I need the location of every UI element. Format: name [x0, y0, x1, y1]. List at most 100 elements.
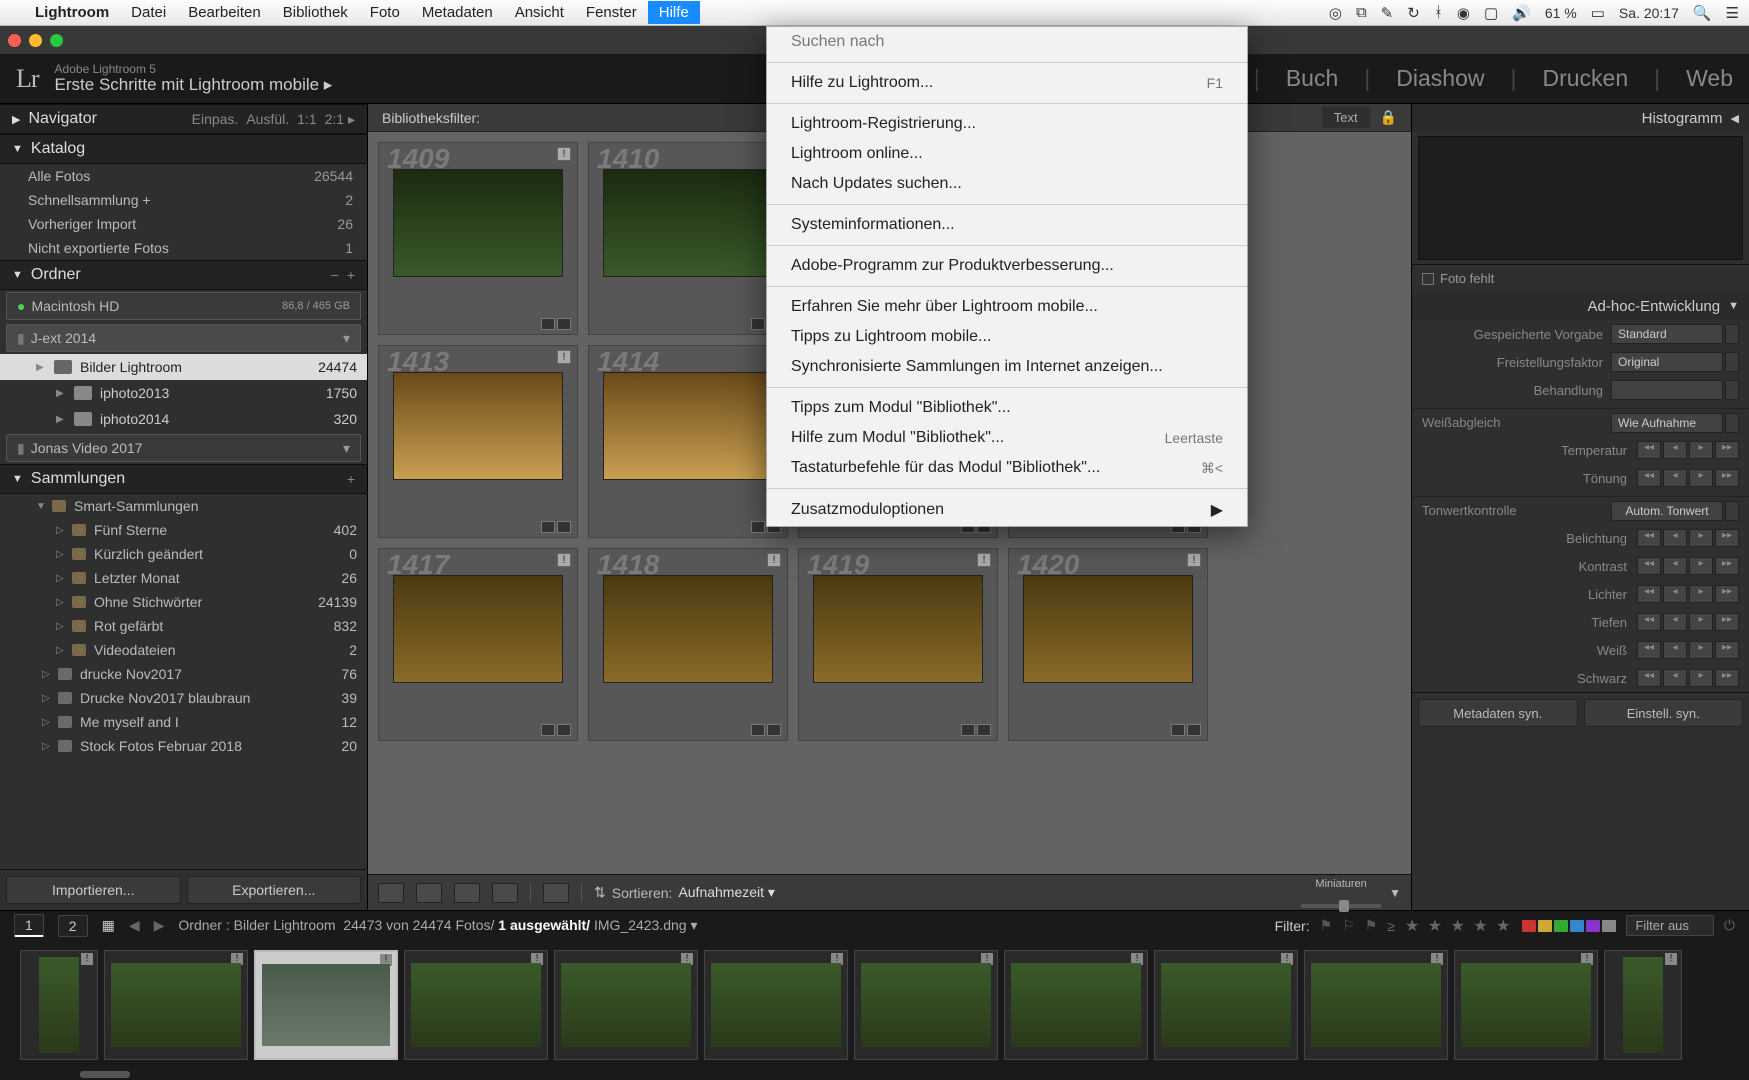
filter-switch-icon[interactable]: ⏻: [1724, 917, 1735, 934]
plus-icon[interactable]: +: [347, 267, 355, 283]
module-web[interactable]: Web: [1686, 65, 1733, 92]
grid-view-icon[interactable]: [378, 883, 404, 903]
collection-row[interactable]: ▷Me myself and I12: [0, 710, 367, 734]
stepper-button[interactable]: ◂◂: [1637, 669, 1661, 687]
help-menu-item[interactable]: Erfahren Sie mehr über Lightroom mobile.…: [767, 292, 1247, 322]
module-drucken[interactable]: Drucken: [1542, 65, 1628, 92]
sync-settings-button[interactable]: Einstell. syn.: [1584, 699, 1744, 727]
painter-icon[interactable]: [543, 883, 569, 903]
filter-preset-dropdown[interactable]: Filter aus: [1626, 915, 1713, 936]
menu-metadaten[interactable]: Metadaten: [411, 1, 504, 24]
wb-dropdown[interactable]: Wie Aufnahme: [1611, 413, 1723, 433]
smart-collections-header[interactable]: ▼Smart-Sammlungen: [0, 494, 367, 518]
color-label-filter[interactable]: [1522, 920, 1616, 932]
color-label-swatch[interactable]: [1586, 920, 1600, 932]
color-label-swatch[interactable]: [1602, 920, 1616, 932]
module-buch[interactable]: Buch: [1286, 65, 1338, 92]
catalog-row[interactable]: Schnellsammlung +2: [0, 188, 367, 212]
help-menu-item[interactable]: Hilfe zum Modul "Bibliothek"...Leertaste: [767, 423, 1247, 453]
dropdown-arrow-icon[interactable]: [1725, 324, 1739, 344]
grid-cell[interactable]: 1409!: [378, 142, 578, 335]
grid-cell[interactable]: 1420!: [1008, 548, 1208, 741]
crop-dropdown[interactable]: Original: [1611, 352, 1723, 372]
grid-mini-icon[interactable]: ▦: [102, 917, 115, 934]
menu-bibliothek[interactable]: Bibliothek: [272, 1, 359, 24]
grid-cell[interactable]: 1417!: [378, 548, 578, 741]
help-menu-item[interactable]: Lightroom-Registrierung...: [767, 109, 1247, 139]
color-label-swatch[interactable]: [1570, 920, 1584, 932]
timemachine-icon[interactable]: ↻: [1407, 4, 1420, 22]
filmstrip-thumbnail[interactable]: !: [554, 950, 698, 1060]
minus-icon[interactable]: −: [331, 267, 339, 283]
stepper-button[interactable]: ▸: [1689, 585, 1713, 603]
filmstrip-thumbnail[interactable]: !: [404, 950, 548, 1060]
stepper-button[interactable]: ◂◂: [1637, 641, 1661, 659]
katalog-panel-header[interactable]: ▼Katalog: [0, 134, 367, 164]
filmstrip[interactable]: !!!!!!!!!!!!: [0, 940, 1749, 1070]
filmstrip-thumbnail[interactable]: !: [704, 950, 848, 1060]
plus-icon[interactable]: +: [347, 471, 355, 487]
bluetooth-icon[interactable]: ᚼ: [1434, 4, 1443, 21]
help-menu-item[interactable]: Lightroom online...: [767, 139, 1247, 169]
ordner-panel-header[interactable]: ▼Ordner−+: [0, 260, 367, 290]
smart-collection-row[interactable]: ▷Rot gefärbt832: [0, 614, 367, 638]
next-photo-icon[interactable]: ▶: [154, 917, 165, 934]
path-label[interactable]: Ordner : Bilder Lightroom: [178, 917, 335, 933]
color-label-swatch[interactable]: [1538, 920, 1552, 932]
grid-cell[interactable]: 1414!: [588, 345, 788, 538]
filmstrip-scrollbar[interactable]: [0, 1070, 1749, 1080]
nav-fit[interactable]: Einpas.: [192, 111, 239, 128]
filmstrip-thumbnail[interactable]: !: [1304, 950, 1448, 1060]
stepper-button[interactable]: ◂: [1663, 469, 1687, 487]
treatment-dropdown[interactable]: [1611, 380, 1723, 400]
grid-cell[interactable]: 1413!: [378, 345, 578, 538]
menu-ansicht[interactable]: Ansicht: [504, 1, 575, 24]
stepper-button[interactable]: ▸▸: [1715, 441, 1739, 459]
import-button[interactable]: Importieren...: [6, 876, 181, 904]
grid-cell[interactable]: 1418!: [588, 548, 788, 741]
smart-collection-row[interactable]: ▷Kürzlich geändert0: [0, 542, 367, 566]
stepper-button[interactable]: ◂◂: [1637, 557, 1661, 575]
catalog-row[interactable]: Vorheriger Import26: [0, 212, 367, 236]
module-diashow[interactable]: Diashow: [1396, 65, 1484, 92]
menu-app[interactable]: Lightroom: [24, 1, 120, 24]
stepper-button[interactable]: ◂◂: [1637, 441, 1661, 459]
grid-cell[interactable]: 1419!: [798, 548, 998, 741]
help-menu-item[interactable]: Systeminformationen...: [767, 210, 1247, 240]
star-filter[interactable]: ★ ★ ★ ★ ★: [1405, 916, 1513, 936]
stepper-button[interactable]: ◂◂: [1637, 613, 1661, 631]
minimize-window-button[interactable]: [29, 34, 42, 47]
filmstrip-thumbnail[interactable]: !: [1004, 950, 1148, 1060]
stepper-button[interactable]: ◂◂: [1637, 529, 1661, 547]
stepper-button[interactable]: ▸: [1689, 613, 1713, 631]
menu-datei[interactable]: Datei: [120, 1, 177, 24]
stepper-button[interactable]: ▸: [1689, 469, 1713, 487]
dropdown-arrow-icon[interactable]: [1725, 380, 1739, 400]
flag-unflagged-icon[interactable]: ⚐: [1342, 917, 1355, 934]
help-menu-item[interactable]: Tastaturbefehle für das Modul "Bibliothe…: [767, 453, 1247, 483]
source-menu-icon[interactable]: ▾: [690, 917, 697, 933]
thumb-size-slider[interactable]: [1301, 904, 1381, 908]
stepper-button[interactable]: ▸▸: [1715, 585, 1739, 603]
color-label-swatch[interactable]: [1522, 920, 1536, 932]
collection-row[interactable]: ▷Drucke Nov2017 blaubraun39: [0, 686, 367, 710]
help-menu-item[interactable]: Synchronisierte Sammlungen im Internet a…: [767, 352, 1247, 382]
stepper-button[interactable]: ▸: [1689, 557, 1713, 575]
stepper-button[interactable]: ▸▸: [1715, 529, 1739, 547]
collection-row[interactable]: ▷Stock Fotos Februar 201820: [0, 734, 367, 758]
smart-collection-row[interactable]: ▷Letzter Monat26: [0, 566, 367, 590]
stepper-button[interactable]: ◂: [1663, 441, 1687, 459]
battery-icon[interactable]: ▭: [1591, 4, 1605, 22]
menu-bearbeiten[interactable]: Bearbeiten: [177, 1, 272, 24]
stepper-button[interactable]: ◂: [1663, 669, 1687, 687]
folder-row[interactable]: ▶iphoto2014320: [0, 406, 367, 432]
compare-view-icon[interactable]: [454, 883, 480, 903]
help-menu-item[interactable]: Adobe-Programm zur Produktverbesserung..…: [767, 251, 1247, 281]
grid-cell[interactable]: 1410!: [588, 142, 788, 335]
evernote-icon[interactable]: ✎: [1381, 4, 1394, 22]
volume-row[interactable]: ●Macintosh HD86,8 / 465 GB: [6, 292, 361, 320]
loupe-view-icon[interactable]: [416, 883, 442, 903]
smart-collection-row[interactable]: ▷Videodateien2: [0, 638, 367, 662]
main-display-button[interactable]: 1: [14, 914, 44, 937]
dropdown-arrow-icon[interactable]: [1725, 352, 1739, 372]
